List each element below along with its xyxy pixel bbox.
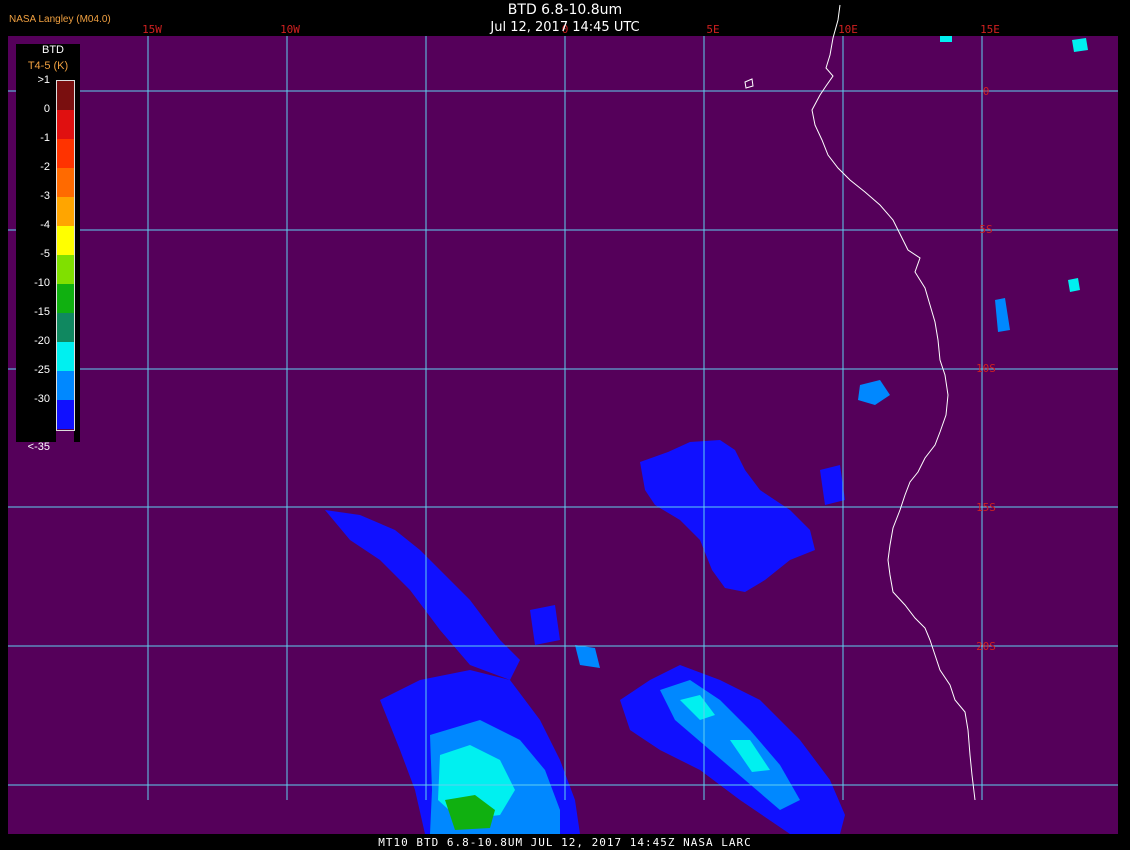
latitude-label: 20S bbox=[976, 640, 996, 653]
legend-label: -25 bbox=[34, 364, 50, 376]
legend-label: -5 bbox=[40, 248, 50, 260]
legend-swatch bbox=[56, 429, 74, 457]
page-title: BTD 6.8-10.8um bbox=[507, 2, 623, 18]
legend-units: T4-5 (K) bbox=[27, 60, 69, 72]
legend-label: -15 bbox=[34, 306, 50, 318]
cloud-region bbox=[1072, 38, 1088, 52]
legend-label: -1 bbox=[40, 132, 50, 144]
legend-label: -4 bbox=[40, 219, 50, 231]
timestamp-subtitle: Jul 12, 2017 14:45 UTC bbox=[490, 20, 640, 35]
footer-caption: MT10 BTD 6.8-10.8UM JUL 12, 2017 14:45Z … bbox=[378, 836, 752, 849]
map-background bbox=[8, 36, 1118, 834]
legend-label: >1 bbox=[37, 74, 50, 86]
legend-label: -2 bbox=[40, 161, 50, 173]
cloud-region bbox=[530, 605, 560, 645]
latitude-label: 10S bbox=[976, 362, 996, 375]
legend-label: -20 bbox=[34, 335, 50, 347]
legend-label: 0 bbox=[43, 103, 50, 115]
latitude-label: 15S bbox=[976, 501, 996, 514]
legend-label: -30 bbox=[34, 393, 50, 405]
cloud-region bbox=[1068, 278, 1080, 292]
satellite-map: 15W 10W 0 5E 10E 15E05S10S15S20S bbox=[8, 4, 1118, 834]
color-legend: BTD T4-5 (K) >1 0 -1 -2 -3 -4 -5 -10 -15 -20 -25 -3… bbox=[16, 44, 80, 457]
legend-frame bbox=[56, 80, 75, 431]
latitude-label: 0 bbox=[983, 85, 990, 98]
legend-label: -10 bbox=[34, 277, 50, 289]
latitude-label: 5S bbox=[979, 223, 992, 236]
legend-label: -3 bbox=[40, 190, 50, 202]
legend-label: <-35 bbox=[27, 441, 50, 453]
cloud-region bbox=[940, 36, 952, 42]
legend-title: BTD bbox=[42, 44, 64, 56]
